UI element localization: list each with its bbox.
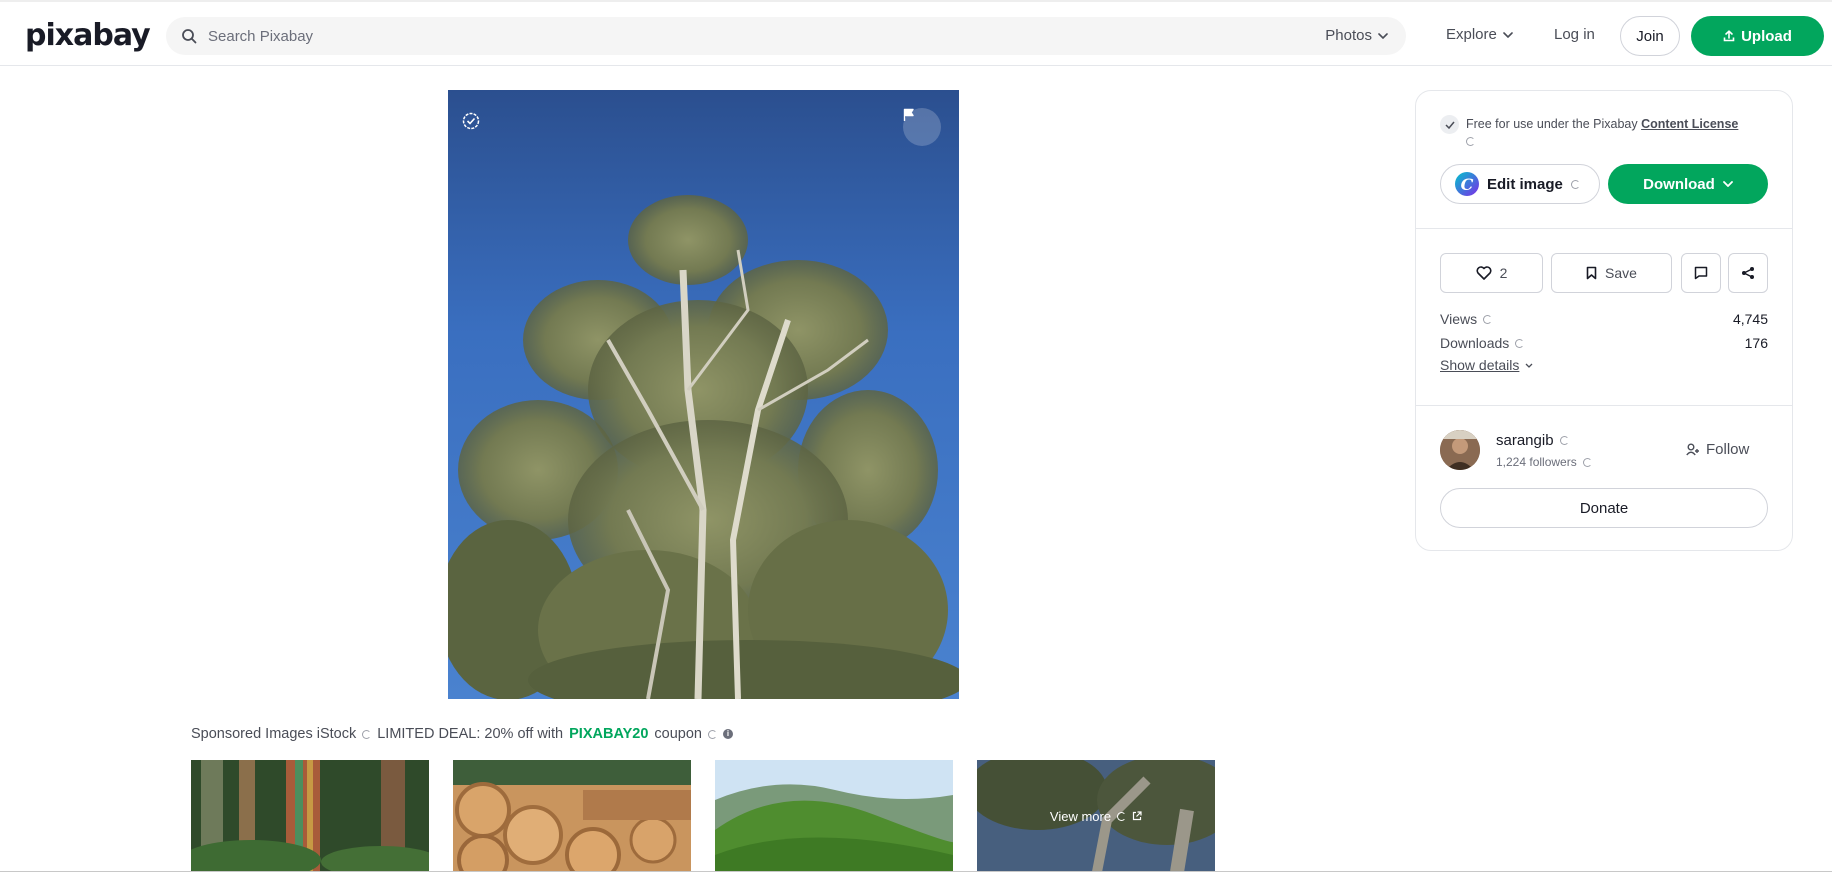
save-button[interactable]: Save bbox=[1551, 253, 1672, 293]
external-link-icon bbox=[1132, 811, 1142, 821]
follow-label: Follow bbox=[1706, 441, 1750, 458]
search-bar[interactable]: Photos bbox=[166, 17, 1406, 55]
search-icon bbox=[181, 28, 197, 47]
sponsored-label[interactable]: Sponsored Images iStock bbox=[191, 726, 356, 742]
sponsored-thumb-view-more[interactable]: View more bbox=[977, 760, 1215, 872]
top-header: pixabay Photos Explore Log in Join Uploa… bbox=[0, 0, 1832, 66]
avatar[interactable] bbox=[1440, 430, 1480, 470]
loading-icon bbox=[362, 729, 372, 739]
loading-icon bbox=[1582, 457, 1592, 467]
sponsored-thumb-logs[interactable] bbox=[453, 760, 691, 872]
save-label: Save bbox=[1605, 265, 1637, 281]
share-button[interactable] bbox=[1728, 253, 1768, 293]
like-button[interactable]: 2 bbox=[1440, 253, 1543, 293]
loading-icon bbox=[707, 729, 717, 739]
join-button[interactable]: Join bbox=[1620, 16, 1680, 56]
stat-views: Views 4,745 bbox=[1440, 311, 1768, 327]
chevron-down-icon bbox=[1378, 32, 1388, 39]
sponsored-thumb-rainbow-eucalyptus[interactable] bbox=[191, 760, 429, 872]
loading-icon bbox=[1117, 811, 1127, 821]
content-license-link[interactable]: Content License bbox=[1641, 117, 1738, 131]
stat-value: 176 bbox=[1744, 335, 1768, 351]
deal-text: LIMITED DEAL: 20% off with bbox=[377, 726, 564, 742]
stat-label: Downloads bbox=[1440, 335, 1510, 351]
login-link[interactable]: Log in bbox=[1554, 26, 1595, 43]
upload-button[interactable]: Upload bbox=[1691, 16, 1824, 56]
stat-downloads: Downloads 176 bbox=[1440, 335, 1768, 351]
sponsored-thumbnails: View more bbox=[191, 760, 1217, 872]
pixabay-logo[interactable]: pixabay bbox=[25, 18, 151, 53]
divider bbox=[1416, 405, 1792, 406]
search-type-label: Photos bbox=[1325, 27, 1372, 44]
loading-icon bbox=[1559, 436, 1569, 445]
coupon-label: coupon bbox=[654, 726, 702, 742]
main-photo[interactable] bbox=[448, 90, 959, 699]
heart-icon bbox=[1476, 266, 1492, 280]
search-type-dropdown[interactable]: Photos bbox=[1325, 27, 1388, 44]
edit-image-button[interactable]: C Edit image bbox=[1440, 164, 1600, 204]
info-icon[interactable]: i bbox=[722, 729, 733, 739]
coupon-code: PIXABAY20 bbox=[569, 726, 649, 742]
download-button[interactable]: Download bbox=[1608, 164, 1768, 204]
username-link[interactable]: sarangib bbox=[1496, 432, 1569, 449]
chevron-down-icon bbox=[1503, 31, 1513, 38]
explore-menu[interactable]: Explore bbox=[1446, 26, 1513, 43]
image-details-panel: Free for use under the Pixabay Content L… bbox=[1415, 90, 1793, 551]
loading-icon bbox=[1515, 338, 1525, 348]
stat-label: Views bbox=[1440, 311, 1478, 327]
search-input[interactable] bbox=[208, 17, 1268, 55]
edit-image-label: Edit image bbox=[1487, 175, 1563, 193]
license-text: Free for use under the Pixabay bbox=[1466, 117, 1638, 131]
sponsored-thumb-plantation[interactable] bbox=[715, 760, 953, 872]
like-count: 2 bbox=[1499, 265, 1508, 281]
add-user-icon bbox=[1686, 443, 1699, 456]
stat-value: 4,745 bbox=[1732, 311, 1768, 327]
followers-count: 1,224 followers bbox=[1496, 455, 1592, 469]
divider bbox=[1416, 228, 1792, 229]
username: sarangib bbox=[1496, 432, 1554, 449]
sponsored-banner: Sponsored Images iStock LIMITED DEAL: 20… bbox=[191, 726, 733, 742]
chevron-down-icon bbox=[1722, 181, 1733, 187]
share-icon bbox=[1742, 267, 1754, 279]
eucalyptus-tree-image bbox=[448, 195, 959, 699]
follow-button[interactable]: Follow bbox=[1686, 441, 1749, 458]
check-icon bbox=[1440, 115, 1459, 134]
canva-icon: C bbox=[1455, 172, 1479, 196]
upload-icon bbox=[1723, 30, 1735, 42]
explore-label: Explore bbox=[1446, 26, 1497, 43]
show-details-label: Show details bbox=[1440, 357, 1520, 373]
download-label: Download bbox=[1643, 175, 1715, 193]
comment-icon bbox=[1694, 266, 1708, 280]
show-details-toggle[interactable]: Show details bbox=[1440, 357, 1533, 373]
bookmark-icon bbox=[1586, 266, 1597, 280]
loading-icon bbox=[1483, 314, 1493, 324]
report-flag-button[interactable] bbox=[903, 108, 941, 146]
upload-label: Upload bbox=[1741, 27, 1792, 45]
loading-icon bbox=[1466, 137, 1475, 146]
view-more-label: View more bbox=[1049, 808, 1112, 824]
flag-icon bbox=[903, 108, 914, 121]
chevron-down-icon bbox=[1525, 363, 1533, 368]
view-more-link[interactable]: View more bbox=[977, 760, 1215, 872]
loading-icon bbox=[1570, 179, 1580, 189]
divider bbox=[0, 871, 1832, 872]
donate-button[interactable]: Donate bbox=[1440, 488, 1768, 528]
followers-text: 1,224 followers bbox=[1496, 455, 1577, 469]
comment-button[interactable] bbox=[1681, 253, 1721, 293]
